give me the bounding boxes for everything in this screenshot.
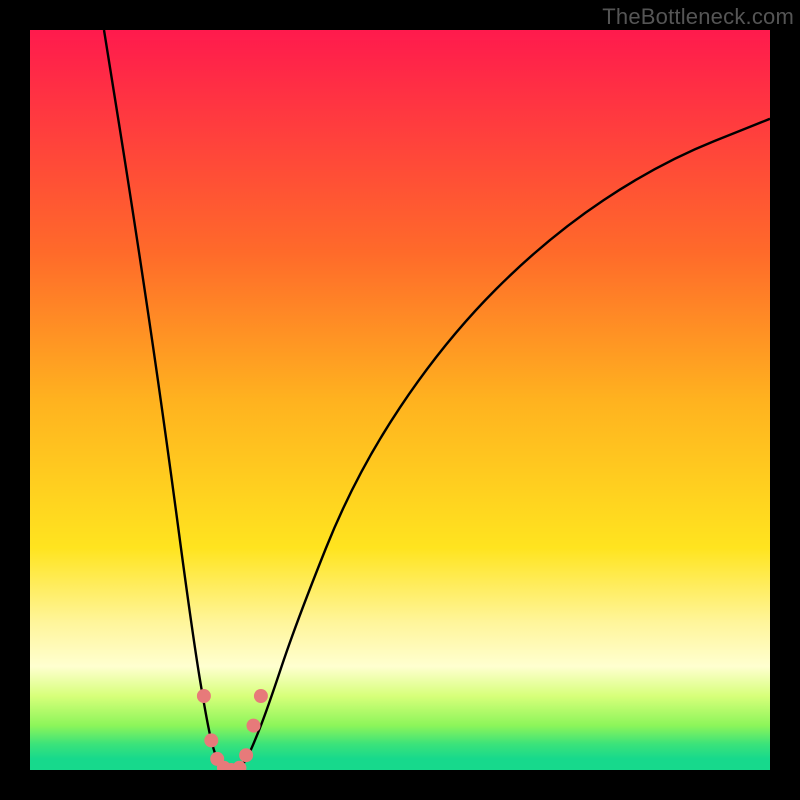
plot-frame [30,30,770,770]
heat-gradient-background [30,30,770,770]
watermark-text: TheBottleneck.com [602,4,794,30]
